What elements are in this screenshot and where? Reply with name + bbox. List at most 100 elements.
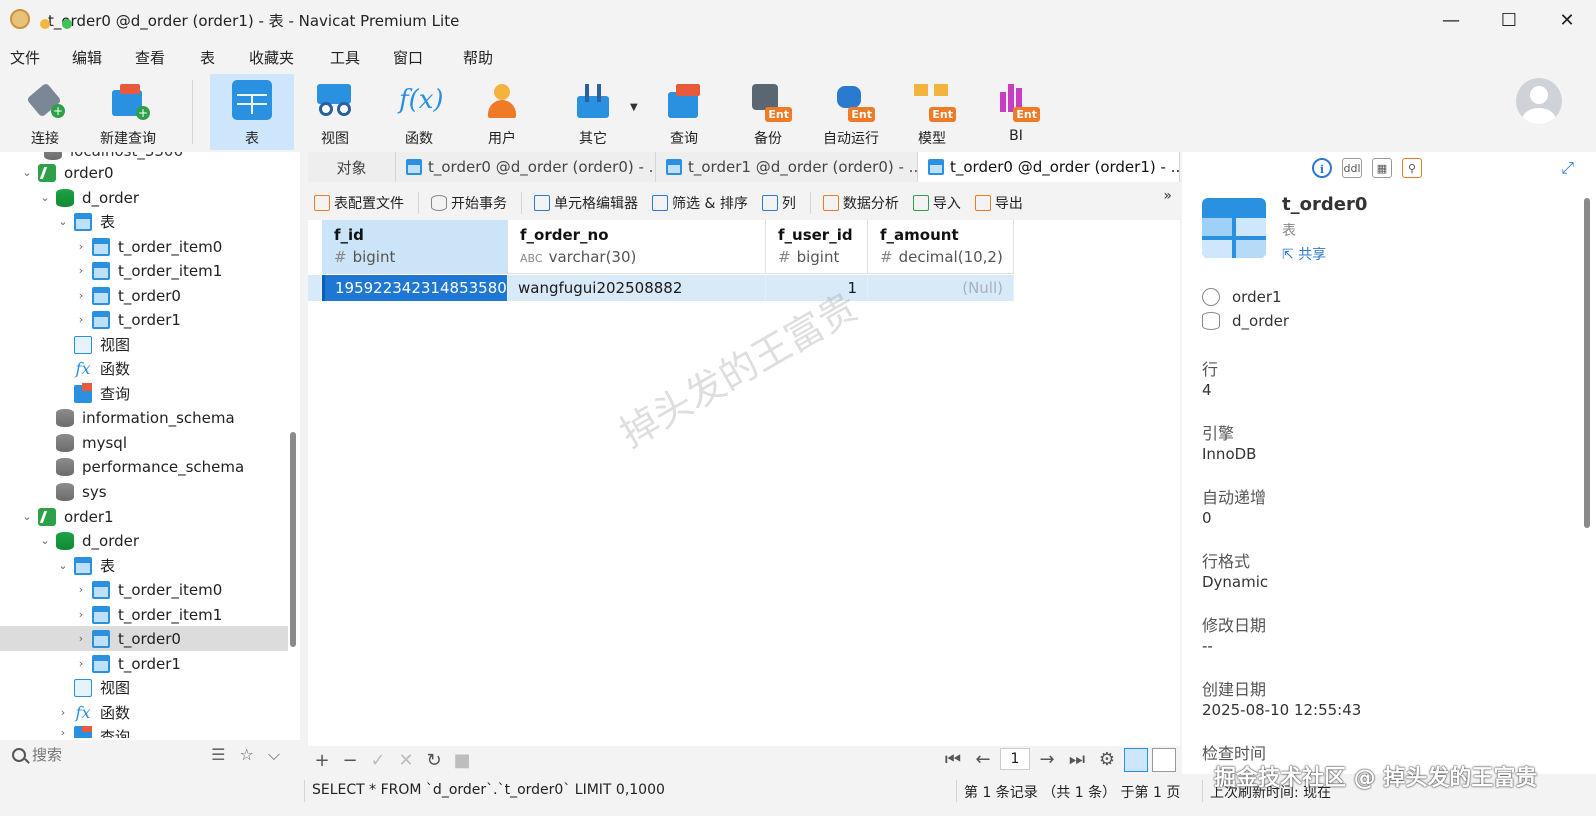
info-icon[interactable]: i bbox=[1312, 158, 1332, 178]
first-page-button[interactable]: ⏮ bbox=[940, 749, 966, 770]
prev-page-button[interactable]: ← bbox=[970, 749, 996, 770]
chevron-down-icon[interactable]: ⌄ bbox=[20, 166, 34, 179]
settings-gear-icon[interactable]: ⚙ bbox=[1094, 749, 1120, 770]
nav-database-d_order[interactable]: ⌄ d_order bbox=[0, 185, 288, 210]
ent-icon[interactable]: ⚲ bbox=[1402, 158, 1422, 178]
next-page-button[interactable]: → bbox=[1034, 749, 1060, 770]
grid-view-button[interactable] bbox=[1124, 748, 1148, 772]
chevron-right-icon[interactable]: › bbox=[74, 632, 88, 645]
model-button[interactable]: Ent 模型 bbox=[904, 74, 960, 150]
nav-table-item[interactable]: › t_order1 bbox=[0, 651, 288, 676]
column-header-f_amount[interactable]: f_amount # decimal(10,2) bbox=[868, 220, 1014, 274]
tab-t_order0-order0[interactable]: t_order0 @d_order (order0) - ... bbox=[396, 152, 656, 182]
function-button[interactable]: f(x) 函数 bbox=[386, 74, 452, 150]
chevron-right-icon[interactable]: › bbox=[56, 726, 70, 738]
info-scrollbar[interactable] bbox=[1584, 198, 1590, 528]
nav-scrollbar[interactable] bbox=[290, 432, 296, 647]
nav-database-sys[interactable]: sys bbox=[0, 479, 288, 504]
page-number-input[interactable]: 1 bbox=[1000, 748, 1030, 770]
nav-tables-folder[interactable]: ⌄ 表 bbox=[0, 553, 288, 578]
filter-icon[interactable]: ☰ bbox=[211, 745, 225, 765]
bi-button[interactable]: Ent BI bbox=[990, 74, 1042, 150]
nav-search-input[interactable] bbox=[32, 746, 182, 764]
nav-table-item-selected[interactable]: › t_order0 bbox=[0, 626, 288, 651]
tab-objects[interactable]: 对象 bbox=[308, 152, 396, 182]
menu-table[interactable]: 表 bbox=[200, 47, 215, 68]
column-header-f_id[interactable]: f_id # bigint bbox=[322, 220, 508, 274]
stop-button[interactable]: ■ bbox=[448, 750, 476, 771]
last-page-button[interactable]: ⏭ bbox=[1064, 749, 1090, 770]
nav-views-folder[interactable]: 视图 bbox=[0, 675, 288, 700]
nav-table-item[interactable]: › t_order_item1 bbox=[0, 258, 288, 283]
table-cell[interactable]: (Null) bbox=[868, 275, 1014, 301]
nav-tables-folder[interactable]: ⌄ 表 bbox=[0, 209, 288, 234]
chevron-right-icon[interactable]: › bbox=[74, 289, 88, 302]
table-cell[interactable]: wangfugui202508882 bbox=[508, 275, 766, 301]
chevron-right-icon[interactable]: › bbox=[74, 657, 88, 670]
other-dropdown-icon[interactable]: ▼ bbox=[630, 102, 638, 113]
chevron-right-icon[interactable]: › bbox=[74, 313, 88, 326]
import-button[interactable]: 导入 bbox=[912, 193, 961, 213]
menu-view[interactable]: 查看 bbox=[135, 47, 165, 68]
collapse-icon[interactable]: ⌵ bbox=[268, 745, 280, 765]
cell-editor-button[interactable]: 单元格编辑器 bbox=[534, 193, 638, 213]
table-cell[interactable]: 1959223423148535809 bbox=[322, 275, 516, 301]
nav-table-item[interactable]: › t_order0 bbox=[0, 283, 288, 308]
star-icon[interactable]: ☆ bbox=[240, 745, 254, 765]
connect-button[interactable]: + 连接 bbox=[14, 74, 76, 150]
refresh-button[interactable]: ↻ bbox=[420, 750, 448, 771]
tab-t_order0-order1[interactable]: t_order0 @d_order (order1) - ... bbox=[918, 152, 1180, 182]
expand-icon[interactable]: ⤢ bbox=[1561, 158, 1574, 178]
automation-button[interactable]: Ent 自动运行 bbox=[814, 74, 888, 150]
chevron-right-icon[interactable]: › bbox=[74, 240, 88, 253]
chevron-down-icon[interactable]: ⌄ bbox=[20, 510, 34, 523]
query-button[interactable]: 查询 bbox=[652, 74, 716, 150]
nav-queries-folder[interactable]: 查询 bbox=[0, 381, 288, 406]
tab-t_order1-order0[interactable]: t_order1 @d_order (order0) - ... bbox=[656, 152, 918, 182]
table-profile-button[interactable]: 表配置文件 bbox=[314, 193, 404, 213]
nav-queries-folder[interactable]: › 查询 bbox=[0, 726, 288, 738]
row-indicator[interactable] bbox=[308, 275, 322, 301]
nav-database-mysql[interactable]: mysql bbox=[0, 430, 288, 455]
nav-database-d_order[interactable]: ⌄ d_order bbox=[0, 528, 288, 553]
nav-table-item[interactable]: › t_order_item0 bbox=[0, 577, 288, 602]
nav-table-item[interactable]: › t_order_item1 bbox=[0, 602, 288, 627]
user-button[interactable]: 用户 bbox=[470, 74, 534, 150]
export-button[interactable]: 导出 bbox=[974, 193, 1023, 213]
table-button[interactable]: 表 bbox=[210, 74, 294, 150]
ddl-icon[interactable]: ddl bbox=[1342, 158, 1362, 178]
new-query-button[interactable]: + 新建查询 bbox=[94, 74, 162, 150]
close-button[interactable]: ✕ bbox=[1538, 0, 1596, 40]
chevron-right-icon[interactable]: › bbox=[74, 608, 88, 621]
column-header-f_order_no[interactable]: f_order_no ABC varchar(30) bbox=[508, 220, 766, 274]
minimize-button[interactable]: — bbox=[1422, 0, 1480, 40]
other-button[interactable]: 其它 bbox=[558, 74, 628, 150]
discard-changes-button[interactable]: ✕ bbox=[392, 750, 420, 771]
user-avatar[interactable] bbox=[1516, 78, 1562, 124]
data-analysis-button[interactable]: 数据分析 bbox=[822, 193, 899, 213]
grid-icon[interactable]: ▦ bbox=[1372, 158, 1392, 178]
maximize-button[interactable]: ☐ bbox=[1480, 0, 1538, 40]
chevron-down-icon[interactable]: ⌄ bbox=[38, 191, 52, 204]
nav-views-folder[interactable]: 视图 bbox=[0, 332, 288, 357]
apply-changes-button[interactable]: ✓ bbox=[364, 750, 392, 771]
nav-functions-folder[interactable]: › fx 函数 bbox=[0, 700, 288, 725]
share-link[interactable]: ⇱ 共享 bbox=[1282, 244, 1326, 264]
chevron-right-icon[interactable]: › bbox=[56, 706, 70, 719]
chevron-right-icon[interactable]: › bbox=[74, 583, 88, 596]
menu-window[interactable]: 窗口 bbox=[393, 47, 423, 68]
nav-connection-order0[interactable]: ⌄ order0 bbox=[0, 160, 288, 185]
nav-database-performance-schema[interactable]: performance_schema bbox=[0, 454, 288, 479]
nav-database-information-schema[interactable]: information_schema bbox=[0, 405, 288, 430]
toolbar-overflow-button[interactable]: » bbox=[1163, 188, 1172, 204]
menu-favorites[interactable]: 收藏夹 bbox=[249, 47, 294, 68]
nav-table-item[interactable]: › t_order1 bbox=[0, 307, 288, 332]
nav-connection-order1[interactable]: ⌄ order1 bbox=[0, 504, 288, 529]
filter-sort-button[interactable]: 筛选 & 排序 bbox=[652, 193, 748, 213]
chevron-down-icon[interactable]: ⌄ bbox=[56, 559, 70, 572]
add-record-button[interactable]: + bbox=[308, 750, 336, 771]
nav-table-item[interactable]: › t_order_item0 bbox=[0, 234, 288, 259]
form-view-button[interactable] bbox=[1152, 748, 1176, 772]
column-header-f_user_id[interactable]: f_user_id # bigint bbox=[766, 220, 868, 274]
chevron-down-icon[interactable]: ⌄ bbox=[38, 534, 52, 547]
